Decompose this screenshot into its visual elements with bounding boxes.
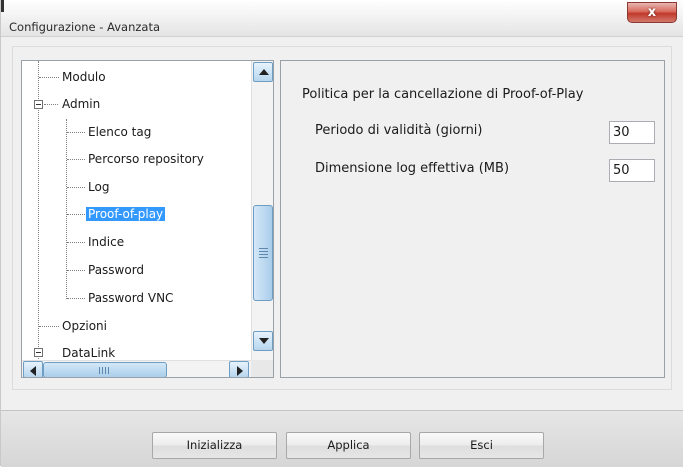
tree-connector bbox=[67, 242, 85, 243]
tree-item-label: Elenco tag bbox=[88, 125, 152, 139]
grip-line bbox=[102, 367, 103, 374]
grip-line bbox=[259, 254, 268, 255]
tree-item-modulo[interactable]: Modulo bbox=[60, 68, 108, 86]
tree-item-label: Modulo bbox=[62, 70, 106, 84]
initialize-button[interactable]: Inizializza bbox=[152, 432, 277, 459]
tree-item-password[interactable]: Password bbox=[86, 261, 146, 279]
grip-line bbox=[108, 367, 109, 374]
tree-item-indice[interactable]: Indice bbox=[86, 233, 126, 251]
tree-item-label: Password VNC bbox=[88, 291, 174, 305]
validity-period-input[interactable] bbox=[609, 121, 655, 144]
tree-item-password-vnc[interactable]: Password VNC bbox=[86, 289, 175, 307]
tree-item-label: Percorso repository bbox=[88, 152, 204, 166]
tree-item-log[interactable]: Log bbox=[86, 178, 111, 196]
tree-item-admin[interactable]: Admin bbox=[60, 95, 102, 113]
vertical-scroll-thumb[interactable] bbox=[253, 205, 273, 301]
tree-connector bbox=[67, 298, 85, 299]
grip-line bbox=[99, 367, 100, 374]
panel-title: Politica per la cancellazione di Proof-o… bbox=[302, 87, 584, 102]
tree-item-elenco-tag[interactable]: Elenco tag bbox=[86, 123, 153, 141]
tree-item-label: Indice bbox=[88, 235, 125, 249]
settings-panel: Politica per la cancellazione di Proof-o… bbox=[280, 60, 665, 378]
window-title: Configurazione - Avanzata bbox=[9, 20, 161, 34]
collapse-icon[interactable] bbox=[34, 348, 43, 357]
tree-item-proof-of-play[interactable]: Proof-of-play bbox=[86, 205, 166, 223]
tree-item-label: Opzioni bbox=[62, 319, 107, 333]
tree-vertical-scrollbar[interactable] bbox=[251, 61, 273, 360]
tree-connector bbox=[39, 77, 59, 78]
title-bar[interactable]: Configurazione - Avanzata x bbox=[1, 0, 683, 37]
tree-connector bbox=[67, 132, 85, 133]
config-window: Configurazione - Avanzata x Modulo Admin… bbox=[0, 0, 683, 467]
grip-line bbox=[259, 248, 268, 249]
grip-line bbox=[105, 367, 106, 374]
tree-horizontal-scrollbar[interactable] bbox=[22, 360, 251, 377]
horizontal-scroll-thumb[interactable] bbox=[43, 362, 167, 377]
tree-item-label: Password bbox=[88, 263, 145, 277]
tree-connector bbox=[67, 159, 85, 160]
tree-connector bbox=[44, 104, 58, 105]
arrow-up-icon bbox=[259, 69, 269, 75]
tree-item-opzioni[interactable]: Opzioni bbox=[60, 317, 109, 335]
tree-item-label: DataLink bbox=[62, 346, 116, 360]
tree-connector bbox=[67, 214, 85, 215]
arrow-right-icon bbox=[237, 366, 243, 376]
arrow-down-icon bbox=[259, 338, 269, 344]
tree-admin-line bbox=[66, 119, 67, 299]
scroll-up-button[interactable] bbox=[253, 62, 273, 82]
grip-line bbox=[259, 251, 268, 252]
collapse-icon[interactable] bbox=[34, 100, 43, 109]
tree-connector bbox=[67, 187, 85, 188]
close-button[interactable]: x bbox=[627, 2, 677, 23]
exit-button[interactable]: Esci bbox=[419, 432, 544, 459]
validity-period-label: Periodo di validità (giorni) bbox=[315, 123, 483, 138]
scrollbar-corner bbox=[251, 360, 273, 377]
tree-connector bbox=[39, 326, 59, 327]
tree-item-label: Proof-of-play bbox=[86, 207, 166, 221]
log-size-label: Dimensione log effettiva (MB) bbox=[315, 161, 510, 176]
grip-line bbox=[259, 257, 268, 258]
log-size-input[interactable] bbox=[609, 159, 655, 182]
tree-item-label: Admin bbox=[62, 97, 101, 111]
tree-item-percorso-repository[interactable]: Percorso repository bbox=[86, 150, 206, 168]
tree-connector bbox=[67, 270, 85, 271]
scroll-left-button[interactable] bbox=[23, 361, 43, 377]
close-icon: x bbox=[647, 5, 657, 20]
arrow-left-icon bbox=[30, 366, 36, 376]
title-bar-corner-mark bbox=[1, 0, 4, 12]
apply-button[interactable]: Applica bbox=[286, 432, 411, 459]
settings-tree[interactable]: Modulo Admin Elenco tag Percorso reposit… bbox=[21, 60, 274, 378]
tree-item-label: Log bbox=[88, 180, 110, 194]
scroll-down-button[interactable] bbox=[253, 331, 273, 351]
scroll-right-button[interactable] bbox=[229, 361, 249, 377]
